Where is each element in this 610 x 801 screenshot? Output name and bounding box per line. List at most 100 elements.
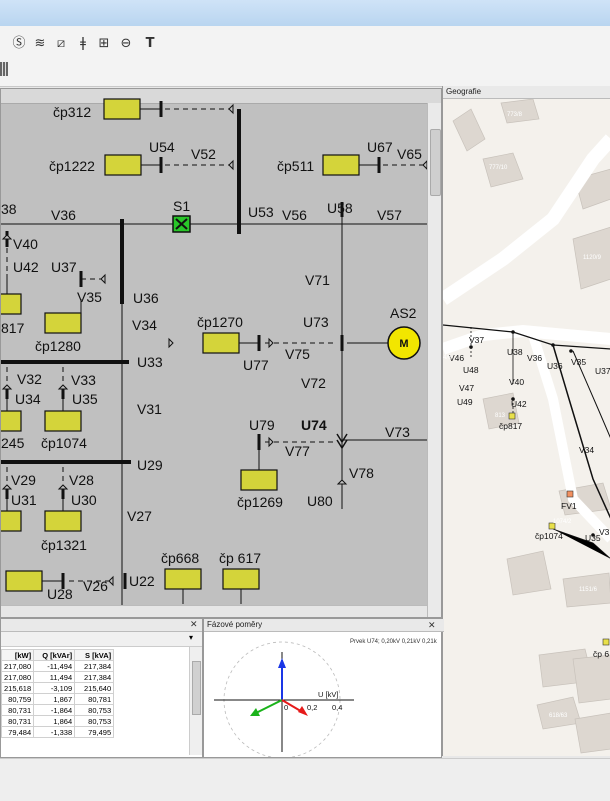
text-tool-icon[interactable]: T xyxy=(142,36,158,52)
label-v28: V28 xyxy=(69,472,94,488)
consumer-box-cp1280[interactable] xyxy=(44,312,82,334)
parcel-label-773-8: 773/8 xyxy=(507,112,523,118)
parcel-label-777-10: 777/10 xyxy=(489,165,508,171)
motor-as2[interactable]: M xyxy=(347,326,421,360)
consumer-box-cp1222[interactable] xyxy=(104,154,142,176)
label-u31: U31 xyxy=(11,492,37,508)
geo-label-fv1: FV1 xyxy=(561,501,577,511)
wave-icon[interactable]: ≋ xyxy=(32,36,48,52)
label-u22: U22 xyxy=(129,573,155,589)
schema-vertical-scrollbar[interactable] xyxy=(427,103,441,617)
consumer-box-left[interactable] xyxy=(1,510,22,532)
cell-s: 79,495 xyxy=(74,726,115,738)
schema-horizontal-scrollbar[interactable] xyxy=(1,605,427,617)
cell-q: -11,494 xyxy=(33,660,76,672)
table-vertical-scrollbar[interactable] xyxy=(189,647,202,755)
phase-diagram: Prvek U74; 0,20kV 0,21kV 0,21k U [kV] 0 … xyxy=(214,639,438,757)
consumer-box-cp1321[interactable] xyxy=(44,510,82,532)
motor-label-m: M xyxy=(399,338,408,350)
grid-icon[interactable] xyxy=(0,62,8,76)
switch-s1[interactable] xyxy=(172,215,191,233)
label-u79: U79 xyxy=(249,417,275,433)
geo-node-cp817[interactable] xyxy=(508,412,516,420)
schema-scroll-thumb[interactable] xyxy=(430,129,441,196)
table-scroll-thumb[interactable] xyxy=(192,661,201,715)
consumer-box-245[interactable] xyxy=(1,410,22,432)
geography-map[interactable]: V37 V46 U48 V47 U49 U38 V36 U36 V35 U37 … xyxy=(443,99,610,756)
source-icon[interactable]: ⊖ xyxy=(118,36,134,52)
label-cp617: čp 617 xyxy=(219,550,261,566)
table-row[interactable]: 215,618 -3,109 215,640 xyxy=(0,682,115,694)
label-v29: V29 xyxy=(11,472,36,488)
label-cp1280: čp1280 xyxy=(35,338,81,354)
label-v35: V35 xyxy=(77,289,102,305)
label-u77: U77 xyxy=(243,357,269,373)
consumer-box-cp312[interactable] xyxy=(103,98,141,120)
cell-q: 11,494 xyxy=(33,671,76,683)
consumer-box-cp1270[interactable] xyxy=(202,332,240,354)
schema-canvas[interactable]: M čp312 čp1222 U54 V52 čp511 U67 V65 38 … xyxy=(1,89,427,617)
column-header-q[interactable]: Q [kVAr] xyxy=(33,649,76,661)
label-cp1321: čp1321 xyxy=(41,537,87,553)
close-icon[interactable]: ✕ xyxy=(190,619,198,630)
label-u53: U53 xyxy=(248,204,274,220)
table-row[interactable]: 80,731 1,864 80,753 xyxy=(0,715,115,727)
chevron-down-icon[interactable]: ▾ xyxy=(189,633,193,642)
consumer-box-cp617[interactable] xyxy=(222,568,260,590)
transformer-icon[interactable]: ⧄ xyxy=(53,36,69,52)
consumer-box-cp511[interactable] xyxy=(322,154,360,176)
label-v57: V57 xyxy=(377,207,402,223)
fuse-icon[interactable]: ǂ xyxy=(75,36,91,52)
label-v32: V32 xyxy=(17,371,42,387)
power-table-panel[interactable]: ✕ ▾ [kW] Q [kVAr] S [kVA] 217,080 -11,494… xyxy=(0,618,203,758)
label-u42: U42 xyxy=(13,259,39,275)
consumer-box-cp1074[interactable] xyxy=(44,410,82,432)
table-row[interactable]: 79,484 -1,338 79,495 xyxy=(0,726,115,738)
cell-p: 80,731 xyxy=(0,715,35,727)
label-as2: AS2 xyxy=(390,305,417,321)
meter-icon[interactable]: ⊞ xyxy=(96,36,112,52)
table-row[interactable]: 217,080 11,494 217,384 xyxy=(0,671,115,683)
table-header-row: [kW] Q [kVAr] S [kVA] xyxy=(0,649,115,661)
table-row[interactable]: 217,080 -11,494 217,384 xyxy=(0,660,115,672)
geo-node-fv1[interactable] xyxy=(566,490,574,498)
geo-label-u42: U42 xyxy=(511,399,527,409)
label-v26: V26 xyxy=(83,578,108,594)
cell-q: -1,864 xyxy=(33,704,76,716)
geo-node-cp6[interactable] xyxy=(602,638,610,646)
label-u80: U80 xyxy=(307,493,333,509)
label-245: 245 xyxy=(1,435,25,451)
parcel-label-4-6: 4/6 xyxy=(443,355,452,361)
table-row[interactable]: 80,731 -1,864 80,753 xyxy=(0,704,115,716)
label-cp511: čp511 xyxy=(277,158,314,174)
table-row[interactable]: 80,759 1,867 80,781 xyxy=(0,693,115,705)
label-cp1269: čp1269 xyxy=(237,494,283,510)
label-v71: V71 xyxy=(305,272,330,288)
geography-panel[interactable]: Geografie V37 V46 U48 V47 U49 U38 V36 U3… xyxy=(442,86,610,756)
phase-panel[interactable]: Fázové poměry ✕ Prvek U74; 0,20kV 0,21kV… xyxy=(203,618,444,758)
geo-label-u48: U48 xyxy=(463,365,479,375)
close-icon[interactable]: ✕ xyxy=(428,619,436,631)
consumer-box-817[interactable] xyxy=(1,293,22,315)
cell-s: 80,781 xyxy=(74,693,115,705)
circle-s-icon[interactable]: Ⓢ xyxy=(11,36,27,52)
geo-label-u37: U37 xyxy=(595,366,610,376)
consumer-box-cp1269[interactable] xyxy=(240,469,278,491)
label-v36: V36 xyxy=(51,207,76,223)
consumer-box-cp668[interactable] xyxy=(164,568,202,590)
cell-s: 215,640 xyxy=(74,682,115,694)
label-cp1222: čp1222 xyxy=(49,158,95,174)
label-u30: U30 xyxy=(71,492,97,508)
power-table: [kW] Q [kVAr] S [kVA] 217,080 -11,494 217,… xyxy=(0,649,115,738)
label-u33: U33 xyxy=(137,354,163,370)
label-cp312: čp312 xyxy=(53,104,91,120)
geo-label-v37: V37 xyxy=(469,335,484,345)
geo-label-u36: U36 xyxy=(547,361,563,371)
column-header-s[interactable]: S [kVA] xyxy=(74,649,115,661)
column-header-p[interactable]: [kW] xyxy=(0,649,35,661)
geo-label-cp6: čp 6 xyxy=(593,649,609,659)
parcel-label-813: 813 xyxy=(495,413,506,419)
label-v40: V40 xyxy=(13,236,38,252)
schema-panel[interactable]: M čp312 čp1222 U54 V52 čp511 U67 V65 38 … xyxy=(0,88,442,618)
consumer-box-bottom-left[interactable] xyxy=(5,570,43,592)
